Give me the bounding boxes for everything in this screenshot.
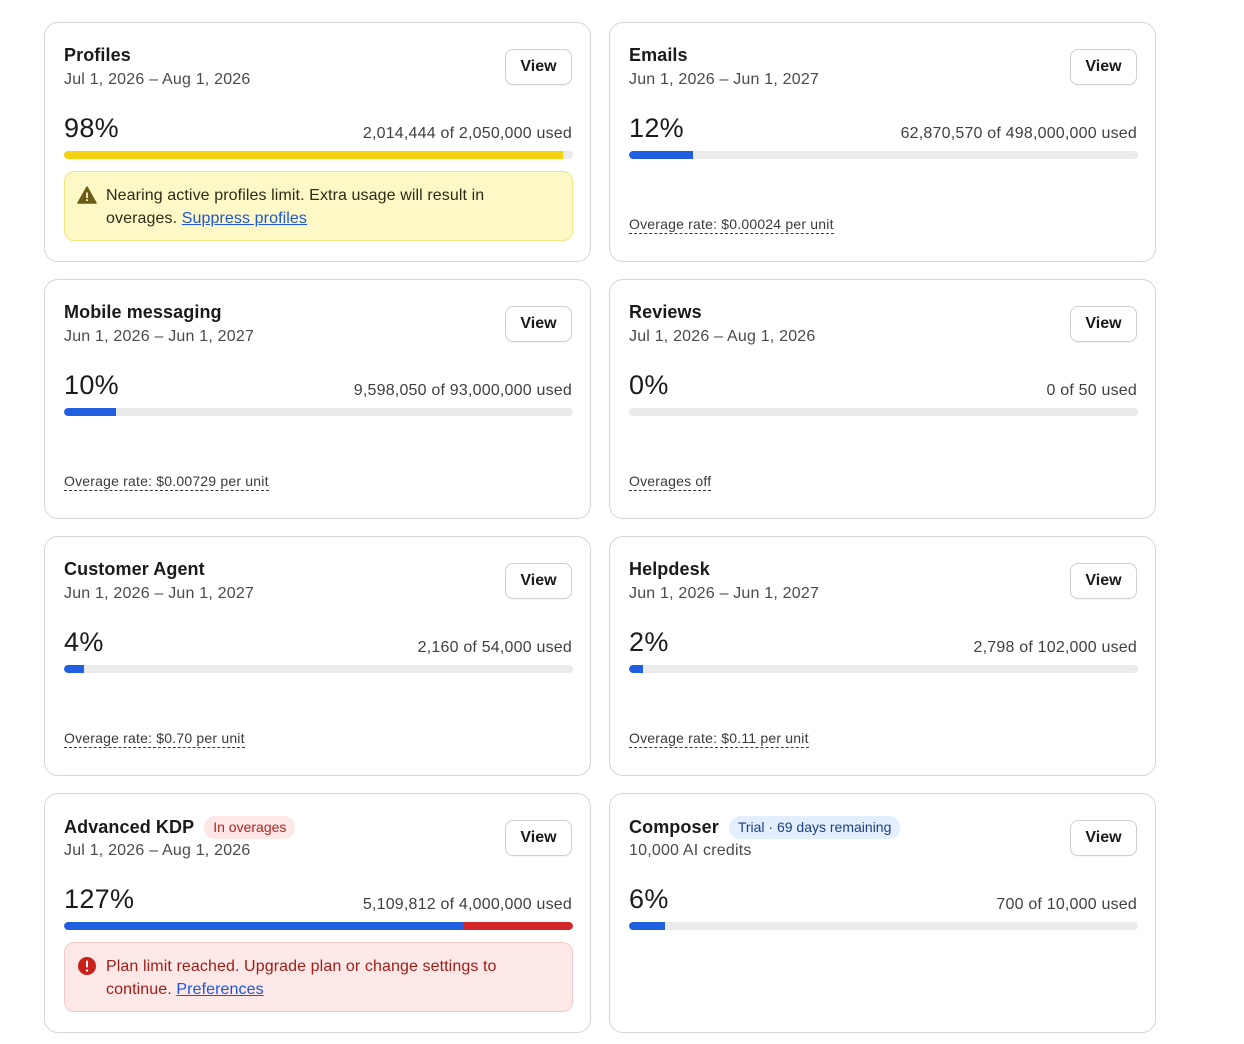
usage-progress-bar bbox=[629, 408, 1138, 416]
usage-progress-fill bbox=[629, 922, 665, 930]
usage-progress-fill bbox=[64, 665, 85, 673]
card-title: Emails bbox=[629, 45, 688, 65]
usage-count: 62,870,570 of 498,000,000 used bbox=[900, 125, 1137, 142]
card-title: Mobile messaging bbox=[64, 302, 222, 322]
card-title: Helpdesk bbox=[629, 559, 710, 579]
usage-count: 2,160 of 54,000 used bbox=[417, 639, 572, 656]
usage-progress-bar bbox=[64, 922, 573, 930]
overage-rate-link[interactable]: Overage rate: $0.00729 per unit bbox=[64, 473, 269, 491]
view-button[interactable]: View bbox=[1070, 49, 1137, 85]
overage-rate-link[interactable]: Overage rate: $0.11 per unit bbox=[629, 730, 809, 748]
usage-progress-bar bbox=[64, 665, 573, 673]
usage-card-mobile-messaging: Mobile messaging Jun 1, 2026 – Jun 1, 20… bbox=[44, 279, 591, 519]
billing-period: Jun 1, 2026 – Jun 1, 2027 bbox=[64, 328, 255, 345]
overage-rate-link[interactable]: Overage rate: $0.70 per unit bbox=[64, 730, 245, 748]
error-alert: Plan limit reached. Upgrade plan or chan… bbox=[64, 942, 573, 1012]
view-button[interactable]: View bbox=[505, 563, 572, 599]
card-title: Composer bbox=[629, 817, 719, 837]
usage-percent: 10% bbox=[64, 370, 119, 400]
usage-count: 5,109,812 of 4,000,000 used bbox=[362, 896, 572, 913]
overage-rate-link[interactable]: Overage rate: $0.00024 per unit bbox=[629, 216, 834, 234]
view-button[interactable]: View bbox=[1070, 563, 1137, 599]
usage-progress-bar bbox=[64, 151, 573, 159]
card-title: Advanced KDP bbox=[64, 817, 195, 837]
view-button[interactable]: View bbox=[1070, 820, 1137, 856]
usage-percent: 127% bbox=[64, 884, 135, 914]
usage-progress-fill bbox=[64, 922, 463, 930]
usage-card-emails: Emails Jun 1, 2026 – Jun 1, 2027 View 12… bbox=[609, 22, 1156, 262]
usage-card-advanced-kdp: Advanced KDP In overages Jul 1, 2026 – A… bbox=[44, 793, 591, 1033]
usage-percent: 6% bbox=[629, 884, 669, 914]
usage-count: 2,798 of 102,000 used bbox=[973, 639, 1137, 656]
usage-count: 2,014,444 of 2,050,000 used bbox=[362, 125, 572, 142]
usage-card-profiles: Profiles Jul 1, 2026 – Aug 1, 2026 View … bbox=[44, 22, 591, 262]
view-button[interactable]: View bbox=[1070, 306, 1137, 342]
usage-progress-fill bbox=[64, 151, 563, 159]
view-button[interactable]: View bbox=[505, 49, 572, 85]
usage-progress-fill bbox=[629, 665, 643, 673]
usage-progress-fill bbox=[64, 408, 117, 416]
usage-count: 700 of 10,000 used bbox=[996, 896, 1137, 913]
billing-period: Jun 1, 2026 – Jun 1, 2027 bbox=[629, 585, 820, 602]
view-button[interactable]: View bbox=[505, 820, 572, 856]
warning-alert: Nearing active profiles limit. Extra usa… bbox=[64, 171, 573, 241]
overages-off-link[interactable]: Overages off bbox=[629, 473, 712, 491]
usage-progress-bar bbox=[629, 665, 1138, 673]
usage-progress-fill bbox=[629, 151, 694, 159]
card-title: Profiles bbox=[64, 45, 131, 65]
usage-count: 0 of 50 used bbox=[1046, 382, 1137, 399]
billing-period: Jun 1, 2026 – Jun 1, 2027 bbox=[64, 585, 255, 602]
usage-progress-bar bbox=[629, 922, 1138, 930]
usage-percent: 2% bbox=[629, 627, 669, 657]
billing-period: Jun 1, 2026 – Jun 1, 2027 bbox=[629, 71, 820, 88]
error-icon bbox=[78, 957, 96, 975]
usage-card-helpdesk: Helpdesk Jun 1, 2026 – Jun 1, 2027 View … bbox=[609, 536, 1156, 776]
usage-percent: 4% bbox=[64, 627, 104, 657]
suppress-profiles-link[interactable]: Suppress profiles bbox=[182, 210, 307, 227]
billing-period: Jul 1, 2026 – Aug 1, 2026 bbox=[64, 842, 251, 859]
usage-count: 9,598,050 of 93,000,000 used bbox=[353, 382, 572, 399]
usage-percent: 0% bbox=[629, 370, 669, 400]
card-title: Customer Agent bbox=[64, 559, 205, 579]
view-button[interactable]: View bbox=[505, 306, 572, 342]
usage-card-composer: Composer Trial · 69 days remaining 10,00… bbox=[609, 793, 1156, 1033]
trial-badge: Trial · 69 days remaining bbox=[728, 816, 901, 839]
usage-card-customer-agent: Customer Agent Jun 1, 2026 – Jun 1, 2027… bbox=[44, 536, 591, 776]
usage-card-reviews: Reviews Jul 1, 2026 – Aug 1, 2026 View 0… bbox=[609, 279, 1156, 519]
usage-progress-bar bbox=[629, 151, 1138, 159]
card-title: Reviews bbox=[629, 302, 702, 322]
alert-text: Plan limit reached. Upgrade plan or chan… bbox=[106, 958, 497, 998]
billing-period: Jul 1, 2026 – Aug 1, 2026 bbox=[629, 328, 816, 345]
overage-progress-fill bbox=[462, 922, 573, 930]
status-badge: In overages bbox=[204, 816, 296, 839]
warning-icon bbox=[77, 186, 97, 204]
credits-info: 10,000 AI credits bbox=[629, 842, 752, 859]
preferences-link[interactable]: Preferences bbox=[176, 981, 263, 998]
usage-progress-bar bbox=[64, 408, 573, 416]
billing-period: Jul 1, 2026 – Aug 1, 2026 bbox=[64, 71, 251, 88]
usage-percent: 12% bbox=[629, 113, 684, 143]
usage-percent: 98% bbox=[64, 113, 119, 143]
